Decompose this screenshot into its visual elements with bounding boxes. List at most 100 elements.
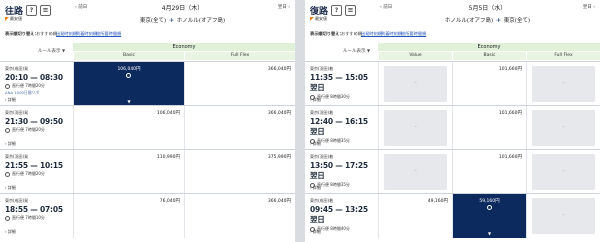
detail-link[interactable]: › 詳細 bbox=[5, 141, 16, 147]
flight-info: 東京(羽田)着 12:40 — 16:15 翌日 直行便 8時間35分 › 詳細 bbox=[310, 110, 376, 148]
flight-note: ANA 1000日間リボ bbox=[5, 90, 40, 95]
column-full-flex: Full Flex bbox=[184, 52, 295, 60]
fare-cell[interactable]: 366,040円 bbox=[184, 194, 295, 238]
fare-columns: Value Basic Full Flex bbox=[378, 52, 600, 60]
fare-price: 76,040円 bbox=[159, 199, 180, 204]
detail-link[interactable]: › 詳細 bbox=[5, 229, 16, 235]
fare-cell-unavailable: – bbox=[526, 62, 600, 106]
flight-times: 18:55 — 07:05 bbox=[5, 205, 63, 214]
detail-link[interactable]: › 詳細 bbox=[5, 97, 16, 103]
unavailable-dash: – bbox=[562, 124, 565, 130]
flight-row: 東京(羽田)着 12:40 — 16:15 翌日 直行便 8時間35分 › 詳細… bbox=[305, 105, 600, 150]
fare-price: 366,040円 bbox=[267, 199, 291, 204]
fare-cell[interactable]: 366,040円 bbox=[184, 62, 295, 106]
fare-cell-unavailable: – bbox=[526, 150, 600, 194]
fare-cell[interactable]: 101,660円 bbox=[452, 150, 526, 194]
fare-price: 49,160円 bbox=[427, 199, 448, 204]
airport-label: 東京(羽田)着 bbox=[310, 154, 334, 159]
radio-selected-icon bbox=[126, 73, 131, 78]
detail-link[interactable]: › 詳細 bbox=[5, 185, 16, 191]
flight-duration: 直行便 7時間20分 bbox=[5, 127, 71, 133]
flight-row: 東京(成田)着 09:45 — 13:25 翌日 直行便 8時間40分 › 詳細… bbox=[305, 193, 600, 238]
sort-duration[interactable]: 総所要時間順 bbox=[401, 31, 426, 37]
detail-link[interactable]: › 詳細 bbox=[310, 185, 321, 191]
flight-duration: 直行便 7時間20分 bbox=[5, 171, 71, 177]
unavailable-dash: – bbox=[562, 168, 565, 174]
fare-cell[interactable]: 110,990円 bbox=[73, 150, 184, 194]
route-from: 東京(全て) bbox=[139, 18, 167, 24]
outbound-panel: 往路 ? ≡ 最安値 ‹ 前日 4月29日（木） 翌日 › 東京(全て) ✈ ホノル… bbox=[0, 0, 295, 242]
plane-icon: ✈ bbox=[496, 18, 501, 24]
sort-arrival[interactable]: 到着時刻順 bbox=[76, 31, 97, 37]
fare-price: 59,160円 bbox=[479, 199, 500, 204]
fare-cell[interactable]: 49,160円 bbox=[378, 194, 452, 238]
fare-cell[interactable]: 101,660円 bbox=[452, 62, 526, 106]
sort-departure[interactable]: 出発時刻順 bbox=[56, 31, 77, 37]
sort-label: 表示順切り替え： bbox=[310, 31, 344, 36]
flight-info: 東京(成田)発 18:55 — 07:05 直行便 7時間10分 › 詳細 bbox=[5, 198, 71, 236]
caret-down-icon: ▼ bbox=[487, 231, 492, 236]
chevron-right-icon: › bbox=[5, 229, 7, 234]
sort-recommended[interactable]: おすすめ順 bbox=[341, 31, 362, 37]
rule-toggle[interactable]: ルール表示 ▼ bbox=[343, 48, 370, 54]
fare-price: 366,040円 bbox=[267, 67, 291, 72]
next-day-button[interactable]: 翌日 › bbox=[278, 4, 290, 10]
flight-duration: 直行便 7時間20分 bbox=[5, 83, 71, 89]
fare-grid-header: ルール表示 ▼ Economy Basic Full Flex bbox=[0, 41, 295, 61]
sort-options: 表示順切り替え： おすすめ順 出発時刻順 到着時刻順 総所要時間順 bbox=[0, 30, 295, 38]
airport-label: 東京(羽田)着 bbox=[310, 110, 334, 115]
fare-cell-unavailable: – bbox=[526, 106, 600, 150]
column-basic: Basic bbox=[73, 52, 184, 60]
detail-link[interactable]: › 詳細 bbox=[310, 141, 321, 147]
return-route: ホノルル(オアフ島) ✈ 東京(全て) bbox=[378, 16, 597, 24]
next-day-button[interactable]: 翌日 › bbox=[583, 4, 595, 10]
fare-price: 366,040円 bbox=[267, 111, 291, 116]
column-value: Value bbox=[378, 52, 452, 60]
sort-recommended[interactable]: おすすめ順 bbox=[36, 31, 57, 37]
info-icon[interactable]: ? bbox=[26, 5, 38, 16]
airport-label: 東京(羽田)発 bbox=[5, 154, 29, 159]
rule-toggle[interactable]: ルール表示 ▼ bbox=[38, 48, 65, 54]
flight-times: 21:30 — 09:50 bbox=[5, 117, 63, 126]
sort-label: 表示順切り替え： bbox=[5, 31, 39, 36]
outbound-header: 往路 ? ≡ 最安値 ‹ 前日 4月29日（木） 翌日 › 東京(全て) ✈ ホノル… bbox=[0, 0, 295, 24]
chevron-right-icon: › bbox=[310, 141, 312, 146]
detail-link[interactable]: › 詳細 bbox=[310, 229, 321, 235]
route-from: ホノルル(オアフ島) bbox=[444, 18, 494, 24]
flight-info: 東京(羽田)着 13:50 — 17:25 翌日 直行便 8時間35分 › 詳細 bbox=[310, 154, 376, 192]
flight-duration: 直行便 7時間10分 bbox=[5, 215, 71, 221]
panel-divider bbox=[295, 0, 305, 242]
plane-icon: ✈ bbox=[169, 18, 174, 24]
sort-departure[interactable]: 出発時刻順 bbox=[361, 31, 382, 37]
detail-link[interactable]: › 詳細 bbox=[310, 97, 321, 103]
economy-header: Economy bbox=[73, 43, 295, 51]
flight-times: 13:50 — 17:25 翌日 bbox=[310, 161, 368, 180]
fare-cell[interactable]: 59,160円 ▼ bbox=[452, 194, 526, 238]
menu-icon[interactable]: ≡ bbox=[40, 5, 52, 16]
sort-arrival[interactable]: 到着時刻順 bbox=[381, 31, 402, 37]
fare-cell[interactable]: 375,990円 bbox=[184, 150, 295, 194]
fare-cell[interactable]: 106,040円 ▼ bbox=[73, 62, 184, 106]
unavailable-dash: – bbox=[414, 124, 417, 130]
outbound-date: 4月29日（木） bbox=[161, 5, 204, 12]
info-icon[interactable]: ? bbox=[331, 5, 343, 16]
flight-info: 東京(成田)発 20:10 — 08:30 直行便 7時間20分 ANA 100… bbox=[5, 66, 71, 104]
fare-cell[interactable]: 101,660円 bbox=[452, 106, 526, 150]
fare-cell[interactable]: 106,040円 bbox=[73, 106, 184, 150]
flight-selection-screen: 往路 ? ≡ 最安値 ‹ 前日 4月29日（木） 翌日 › 東京(全て) ✈ ホノル… bbox=[0, 0, 600, 242]
unavailable-dash: – bbox=[414, 80, 417, 86]
menu-icon[interactable]: ≡ bbox=[345, 5, 357, 16]
chevron-right-icon: › bbox=[310, 97, 312, 102]
route-to: ホノルル(オアフ島) bbox=[176, 18, 226, 24]
airport-label: 東京(成田)着 bbox=[310, 198, 334, 203]
fare-price: 101,660円 bbox=[498, 111, 522, 116]
fare-cell[interactable]: 366,040円 bbox=[184, 106, 295, 150]
clock-icon bbox=[5, 215, 10, 221]
fare-cell-unavailable: – bbox=[378, 150, 452, 194]
sort-duration[interactable]: 総所要時間順 bbox=[96, 31, 121, 37]
fare-price: 110,990円 bbox=[156, 155, 180, 160]
clock-icon bbox=[5, 127, 10, 133]
flight-info: 東京(成田)着 09:45 — 13:25 翌日 直行便 8時間40分 › 詳細 bbox=[310, 198, 376, 236]
fare-cell[interactable]: 76,040円 bbox=[73, 194, 184, 238]
return-header: 復路 ? ≡ 最安値 ‹ 前日 5月5日（水） 翌日 › ホノルル(オアフ島) ✈… bbox=[305, 0, 600, 24]
